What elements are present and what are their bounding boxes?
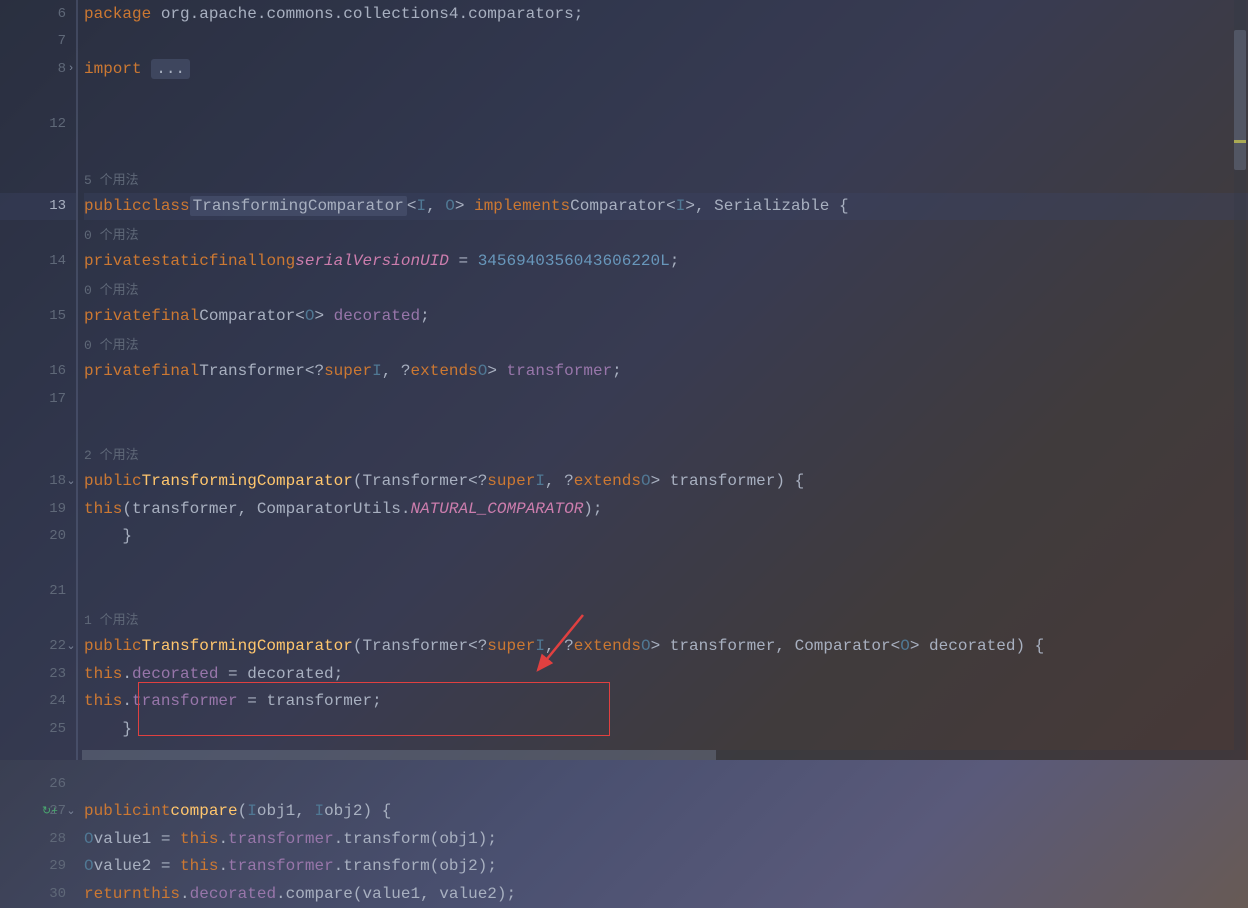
folded-block[interactable]: ... xyxy=(151,59,190,79)
line-number: 20 xyxy=(36,528,66,544)
scrollbar-marker xyxy=(1234,140,1246,143)
chevron-down-icon[interactable]: ⌄ xyxy=(64,804,78,818)
class-name-highlighted: TransformingComparator xyxy=(190,196,407,216)
line-number: 19 xyxy=(36,501,66,517)
package-path: org.apache.commons.collections4.comparat… xyxy=(151,5,583,23)
serial-uid: serialVersionUID xyxy=(295,252,449,270)
scrollbar-thumb[interactable] xyxy=(82,750,716,760)
uid-value: 3456940356043606220L xyxy=(478,252,670,270)
line-number: 21 xyxy=(36,583,66,599)
usage-hint[interactable]: 0 个用法 xyxy=(84,224,139,243)
line-number: 25 xyxy=(36,721,66,737)
usage-hint[interactable]: 1 个用法 xyxy=(84,609,139,628)
keyword: public xyxy=(84,197,142,215)
line-number: 16 xyxy=(36,363,66,379)
keyword: package xyxy=(84,5,151,23)
chevron-down-icon[interactable]: ⌄ xyxy=(64,639,78,653)
natural-comparator: NATURAL_COMPARATOR xyxy=(410,500,583,518)
override-marker-icon[interactable]: ↻+ xyxy=(42,804,58,818)
line-number: 15 xyxy=(36,308,66,324)
keyword: implements xyxy=(474,197,570,215)
keyword: class xyxy=(142,197,190,215)
line-number: 22 xyxy=(36,638,66,654)
usage-hint[interactable]: 0 个用法 xyxy=(84,334,139,353)
scrollbar-thumb[interactable] xyxy=(1234,30,1246,170)
usage-hint[interactable]: 2 个用法 xyxy=(84,444,139,463)
code-area[interactable]: package org.apache.commons.collections4.… xyxy=(78,0,1248,760)
chevron-down-icon[interactable]: ⌄ xyxy=(64,474,78,488)
usage-hint[interactable]: 0 个用法 xyxy=(84,279,139,298)
line-number: 12 xyxy=(36,116,66,132)
compare-method: compare xyxy=(170,802,237,820)
line-number: 29 xyxy=(36,858,66,874)
line-number: 7 xyxy=(36,33,66,49)
constructor: TransformingComparator xyxy=(142,472,353,490)
line-number: 14 xyxy=(36,253,66,269)
line-number: 28 xyxy=(36,831,66,847)
line-number-current: 13 xyxy=(36,198,66,214)
gutter: 6 7 8› 12 13 14 15 16 17 18⌄ 19 20 21 22… xyxy=(0,0,78,760)
constructor: TransformingComparator xyxy=(142,637,353,655)
keyword: import xyxy=(84,60,142,78)
vertical-scrollbar[interactable] xyxy=(1234,0,1246,760)
horizontal-scrollbar[interactable] xyxy=(82,750,1234,760)
usage-hint[interactable]: 5 个用法 xyxy=(84,169,139,188)
line-number: 6 xyxy=(36,6,66,22)
line-number: 18 xyxy=(36,473,66,489)
line-number: 30 xyxy=(36,886,66,902)
line-number: 24 xyxy=(36,693,66,709)
line-number: 17 xyxy=(36,391,66,407)
line-number: 23 xyxy=(36,666,66,682)
expand-icon[interactable]: › xyxy=(64,63,78,75)
code-editor: 6 7 8› 12 13 14 15 16 17 18⌄ 19 20 21 22… xyxy=(0,0,1248,760)
line-number: 26 xyxy=(36,776,66,792)
line-number: 8 xyxy=(36,61,66,77)
